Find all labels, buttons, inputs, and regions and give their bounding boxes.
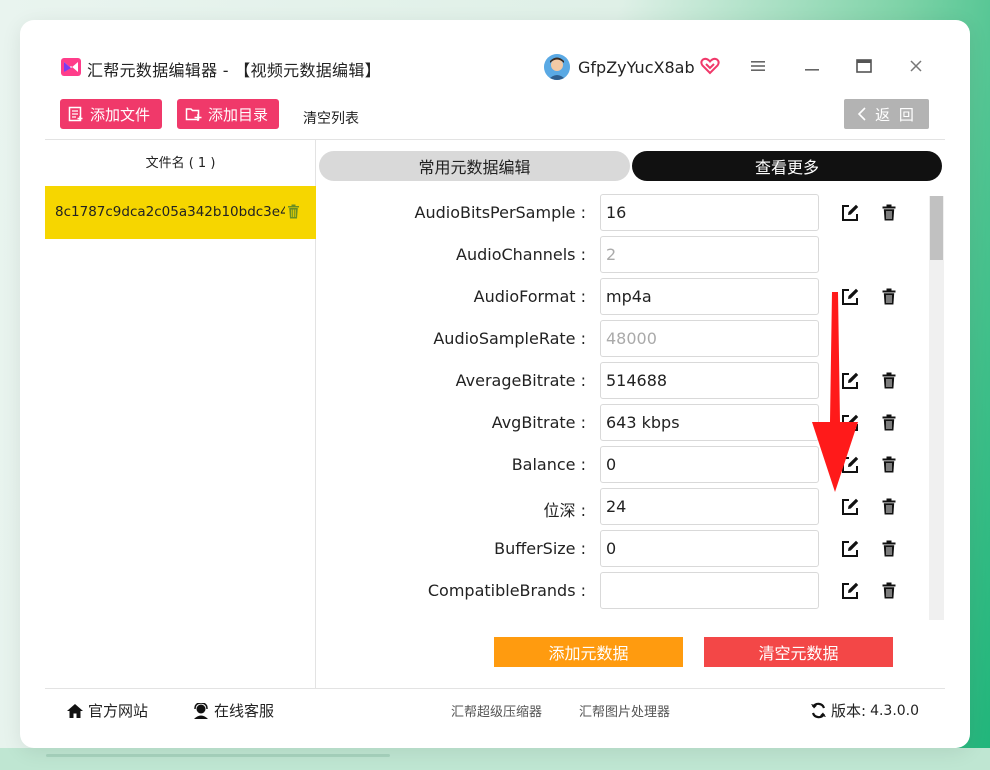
trash-icon[interactable] <box>882 288 896 305</box>
add-file-icon <box>68 106 83 122</box>
official-website-link[interactable]: 官方网站 <box>66 700 148 721</box>
metadata-value-field[interactable]: 0 <box>600 446 819 483</box>
scrollbar-thumb[interactable] <box>930 196 943 260</box>
compressor-link[interactable]: 汇帮超级压缩器 <box>451 701 542 720</box>
user-avatar[interactable] <box>544 54 570 80</box>
metadata-value-field[interactable]: 643 kbps <box>600 404 819 441</box>
online-support-link[interactable]: 在线客服 <box>192 700 274 721</box>
metadata-row: 位深 : 24 <box>319 486 929 528</box>
image-processor-link[interactable]: 汇帮图片处理器 <box>579 701 670 720</box>
version-number: 4.3.0.0 <box>870 702 920 719</box>
scrollbar[interactable] <box>929 196 944 620</box>
metadata-label: BufferSize : <box>494 539 586 558</box>
app-window: 汇帮元数据编辑器 - 【视频元数据编辑】 GfpZyYucX8ab 添加文件 添… <box>20 20 970 748</box>
background-strip <box>0 748 990 770</box>
version-info: 版本: 4.3.0.0 <box>810 700 919 721</box>
metadata-label: AudioSampleRate : <box>433 329 586 348</box>
metadata-label: AudioChannels : <box>456 245 586 264</box>
metadata-label: 位深 : <box>543 501 586 520</box>
maximize-icon[interactable] <box>852 54 876 78</box>
metadata-label: AvgBitrate : <box>491 413 586 432</box>
add-folder-icon <box>185 108 202 121</box>
metadata-label: Balance : <box>511 455 586 474</box>
metadata-value-field[interactable]: mp4a <box>600 278 819 315</box>
menu-icon[interactable] <box>746 54 770 78</box>
metadata-row: AudioChannels : 2 <box>319 234 929 276</box>
add-file-button[interactable]: 添加文件 <box>60 99 162 129</box>
metadata-value-field[interactable]: 0 <box>600 530 819 567</box>
tab-view-more[interactable]: 查看更多 <box>632 151 942 181</box>
metadata-value-field: 2 <box>600 236 819 273</box>
file-row[interactable]: 8c1787c9dca2c05a342b10bdc3e4 <box>45 186 316 239</box>
trash-icon[interactable] <box>882 582 896 599</box>
metadata-label: AverageBitrate : <box>455 371 586 390</box>
window-title: 汇帮元数据编辑器 - 【视频元数据编辑】 <box>87 61 381 80</box>
username[interactable]: GfpZyYucX8ab <box>578 58 695 77</box>
metadata-value-field[interactable]: 24 <box>600 488 819 525</box>
metadata-value-field[interactable]: 514688 <box>600 362 819 399</box>
trash-icon[interactable] <box>882 540 896 557</box>
clear-metadata-button[interactable]: 清空元数据 <box>704 637 893 667</box>
title-bar: 汇帮元数据编辑器 - 【视频元数据编辑】 GfpZyYucX8ab <box>20 20 970 90</box>
metadata-row: CompatibleBrands : <box>319 570 929 612</box>
back-label: 返 回 <box>875 105 916 124</box>
trash-icon[interactable] <box>882 372 896 389</box>
app-logo-icon <box>61 58 81 76</box>
trash-icon[interactable] <box>882 414 896 431</box>
add-folder-label: 添加目录 <box>208 105 269 124</box>
vip-heart-icon[interactable] <box>700 56 720 76</box>
official-website-label: 官方网站 <box>88 702 149 720</box>
metadata-value-field[interactable] <box>600 572 819 609</box>
metadata-label: CompatibleBrands : <box>427 581 586 600</box>
metadata-row: AudioBitsPerSample : 16 <box>319 192 929 234</box>
metadata-label: AudioBitsPerSample : <box>414 203 586 222</box>
metadata-label: AudioFormat : <box>473 287 586 306</box>
add-folder-button[interactable]: 添加目录 <box>177 99 279 129</box>
add-file-label: 添加文件 <box>90 105 151 124</box>
home-icon <box>67 703 83 718</box>
tab-common-metadata[interactable]: 常用元数据编辑 <box>319 151 630 181</box>
clear-list-button[interactable]: 清空列表 <box>303 108 359 128</box>
trash-icon[interactable] <box>287 204 300 219</box>
edit-icon[interactable] <box>841 204 859 222</box>
add-metadata-button[interactable]: 添加元数据 <box>494 637 683 667</box>
footer: 官方网站 在线客服 汇帮超级压缩器 汇帮图片处理器 版本: 4.3.0.0 <box>20 689 970 729</box>
trash-icon[interactable] <box>882 498 896 515</box>
trash-icon[interactable] <box>882 456 896 473</box>
metadata-value-field[interactable]: 16 <box>600 194 819 231</box>
metadata-row: BufferSize : 0 <box>319 528 929 570</box>
metadata-value-field: 48000 <box>600 320 819 357</box>
chevron-left-icon <box>857 107 866 121</box>
edit-icon[interactable] <box>841 498 859 516</box>
support-agent-icon <box>194 702 208 719</box>
edit-icon[interactable] <box>841 582 859 600</box>
refresh-icon[interactable] <box>810 702 827 719</box>
file-list-panel: 文件名 ( 1 ) 8c1787c9dca2c05a342b10bdc3e4 <box>45 140 316 688</box>
file-list-header: 文件名 ( 1 ) <box>145 156 216 171</box>
minimize-icon[interactable] <box>800 54 824 78</box>
avatar-icon <box>544 54 570 80</box>
close-icon[interactable] <box>904 54 928 78</box>
background-bar <box>46 754 390 757</box>
back-button[interactable]: 返 回 <box>844 99 929 129</box>
online-support-label: 在线客服 <box>214 702 275 720</box>
red-arrow-annotation <box>812 292 858 492</box>
edit-icon[interactable] <box>841 540 859 558</box>
version-label: 版本: <box>831 702 867 720</box>
trash-icon[interactable] <box>882 204 896 221</box>
file-name: 8c1787c9dca2c05a342b10bdc3e4 <box>55 204 285 220</box>
tab-bar: 常用元数据编辑 查看更多 <box>319 151 943 181</box>
